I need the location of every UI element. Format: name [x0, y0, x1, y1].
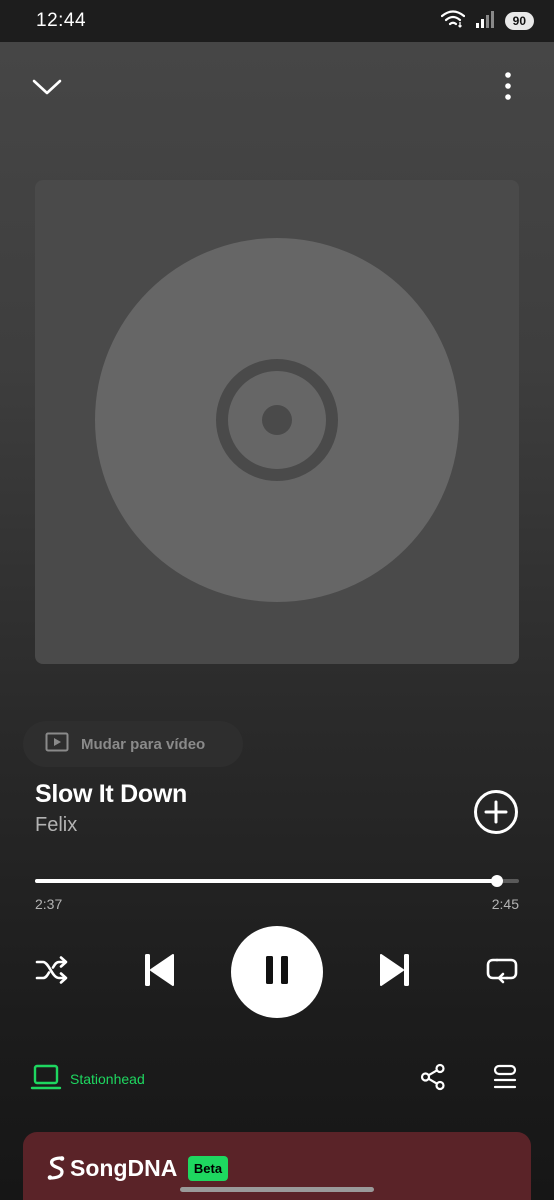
add-circle-icon	[472, 790, 520, 840]
home-indicator[interactable]	[180, 1187, 374, 1192]
status-bar: 12:44 90	[0, 0, 554, 42]
total-time: 2:45	[491, 896, 519, 912]
skip-next-icon	[378, 951, 412, 994]
device-icon	[30, 1063, 62, 1096]
share-icon	[419, 1063, 447, 1096]
progress-fill	[35, 879, 498, 883]
switch-to-video-button[interactable]: Mudar para vídeo	[23, 721, 243, 767]
previous-button[interactable]	[138, 950, 180, 994]
beta-badge: Beta	[188, 1156, 228, 1181]
add-to-library-button[interactable]	[472, 788, 520, 836]
skip-previous-icon	[142, 951, 176, 994]
elapsed-time: 2:37	[35, 896, 63, 912]
shuffle-button[interactable]	[30, 952, 74, 992]
disc-icon	[95, 237, 459, 607]
collapse-button[interactable]	[28, 72, 66, 106]
battery-indicator: 90	[504, 12, 534, 30]
connect-device-button[interactable]	[28, 1064, 64, 1094]
queue-icon	[492, 1063, 518, 1096]
next-button[interactable]	[374, 950, 416, 994]
pause-button[interactable]	[231, 926, 323, 1018]
share-button[interactable]	[416, 1062, 450, 1096]
device-label[interactable]: Stationhead	[70, 1071, 145, 1087]
status-icons: 90	[440, 9, 534, 33]
more-vertical-icon	[504, 71, 512, 106]
shuffle-icon	[34, 955, 70, 990]
repeat-button[interactable]	[481, 952, 523, 992]
track-title[interactable]: Slow It Down	[35, 780, 187, 809]
switch-to-video-label: Mudar para vídeo	[81, 735, 206, 753]
status-time: 12:44	[36, 10, 87, 31]
songdna-logo-icon	[44, 1155, 70, 1181]
songdna-title: SongDNA	[70, 1155, 178, 1181]
album-artwork	[35, 180, 519, 664]
queue-button[interactable]	[488, 1062, 522, 1096]
pause-icon	[264, 955, 290, 990]
signal-icon	[475, 10, 495, 33]
video-icon	[45, 732, 69, 757]
more-options-button[interactable]	[490, 70, 526, 106]
wifi-icon	[440, 9, 465, 33]
repeat-icon	[485, 954, 519, 991]
track-artist[interactable]: Felix	[35, 814, 77, 837]
chevron-down-icon	[31, 77, 63, 102]
progress-bar[interactable]	[35, 875, 519, 887]
